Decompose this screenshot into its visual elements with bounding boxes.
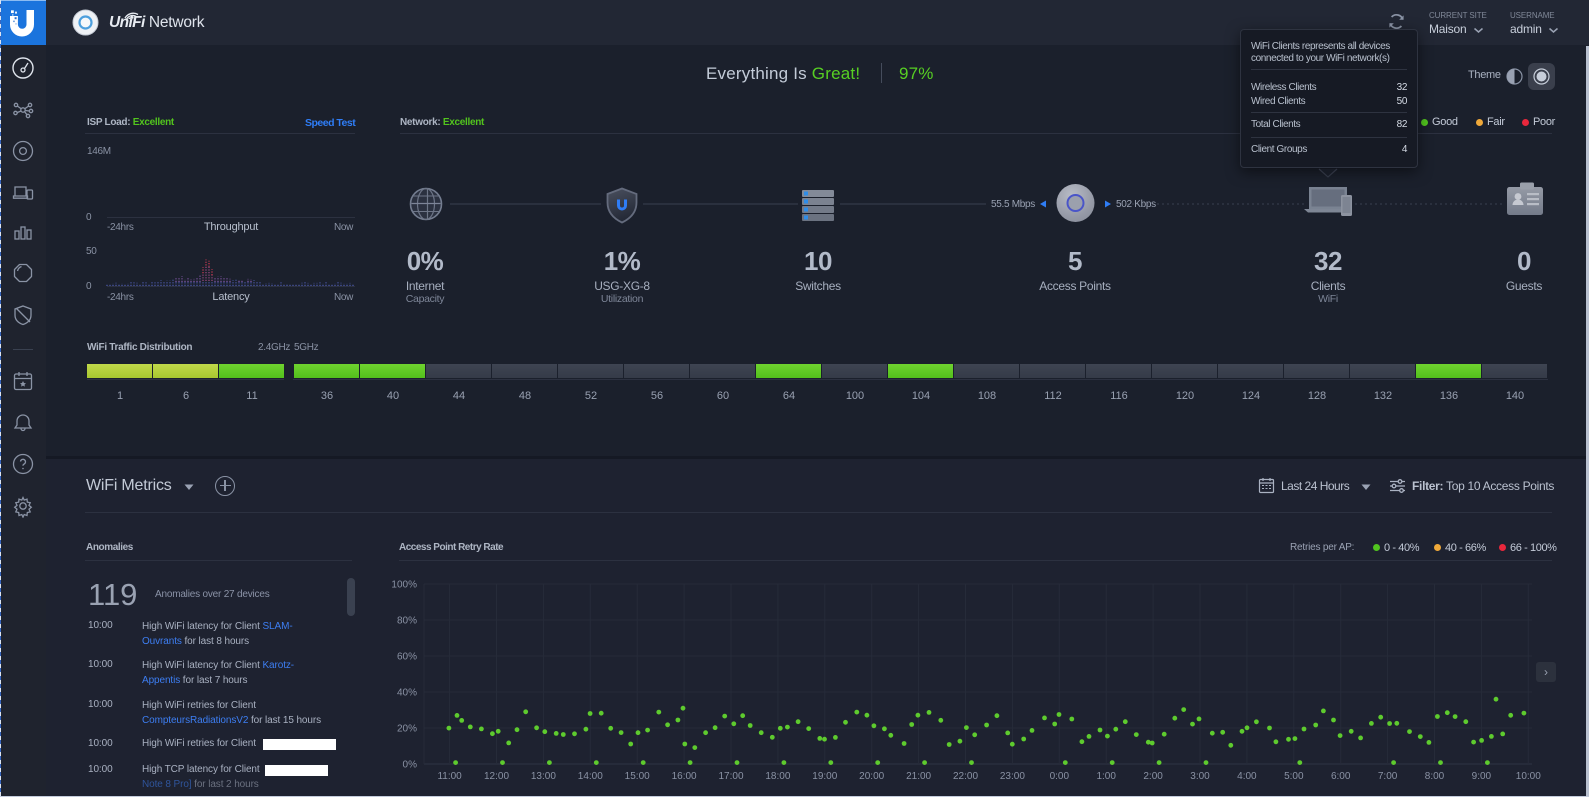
svg-text:11:00: 11:00 [437,771,462,782]
svg-text:1:00: 1:00 [1096,771,1116,782]
svg-text:100%: 100% [391,580,417,591]
svg-text:22:00: 22:00 [953,771,978,782]
svg-text:23:00: 23:00 [1000,771,1025,782]
svg-text:15:00: 15:00 [625,771,650,782]
svg-text:40%: 40% [397,688,417,699]
svg-text:8:00: 8:00 [1425,771,1445,782]
svg-text:80%: 80% [397,616,417,627]
svg-text:2:00: 2:00 [1143,771,1163,782]
svg-text:12:00: 12:00 [484,771,509,782]
svg-text:19:00: 19:00 [812,771,837,782]
svg-text:18:00: 18:00 [765,771,790,782]
svg-text:4:00: 4:00 [1237,771,1257,782]
svg-text:9:00: 9:00 [1472,771,1492,782]
svg-text:7:00: 7:00 [1378,771,1398,782]
svg-text:20:00: 20:00 [859,771,884,782]
svg-text:17:00: 17:00 [718,771,743,782]
svg-text:0%: 0% [403,760,418,771]
svg-text:0:00: 0:00 [1050,771,1070,782]
svg-text:20%: 20% [397,724,417,735]
svg-text:3:00: 3:00 [1190,771,1210,782]
svg-text:6:00: 6:00 [1331,771,1351,782]
svg-text:14:00: 14:00 [578,771,603,782]
svg-text:5:00: 5:00 [1284,771,1304,782]
svg-text:13:00: 13:00 [531,771,556,782]
svg-text:16:00: 16:00 [672,771,697,782]
svg-text:21:00: 21:00 [906,771,931,782]
svg-text:10:00: 10:00 [1516,771,1541,782]
svg-text:60%: 60% [397,652,417,663]
